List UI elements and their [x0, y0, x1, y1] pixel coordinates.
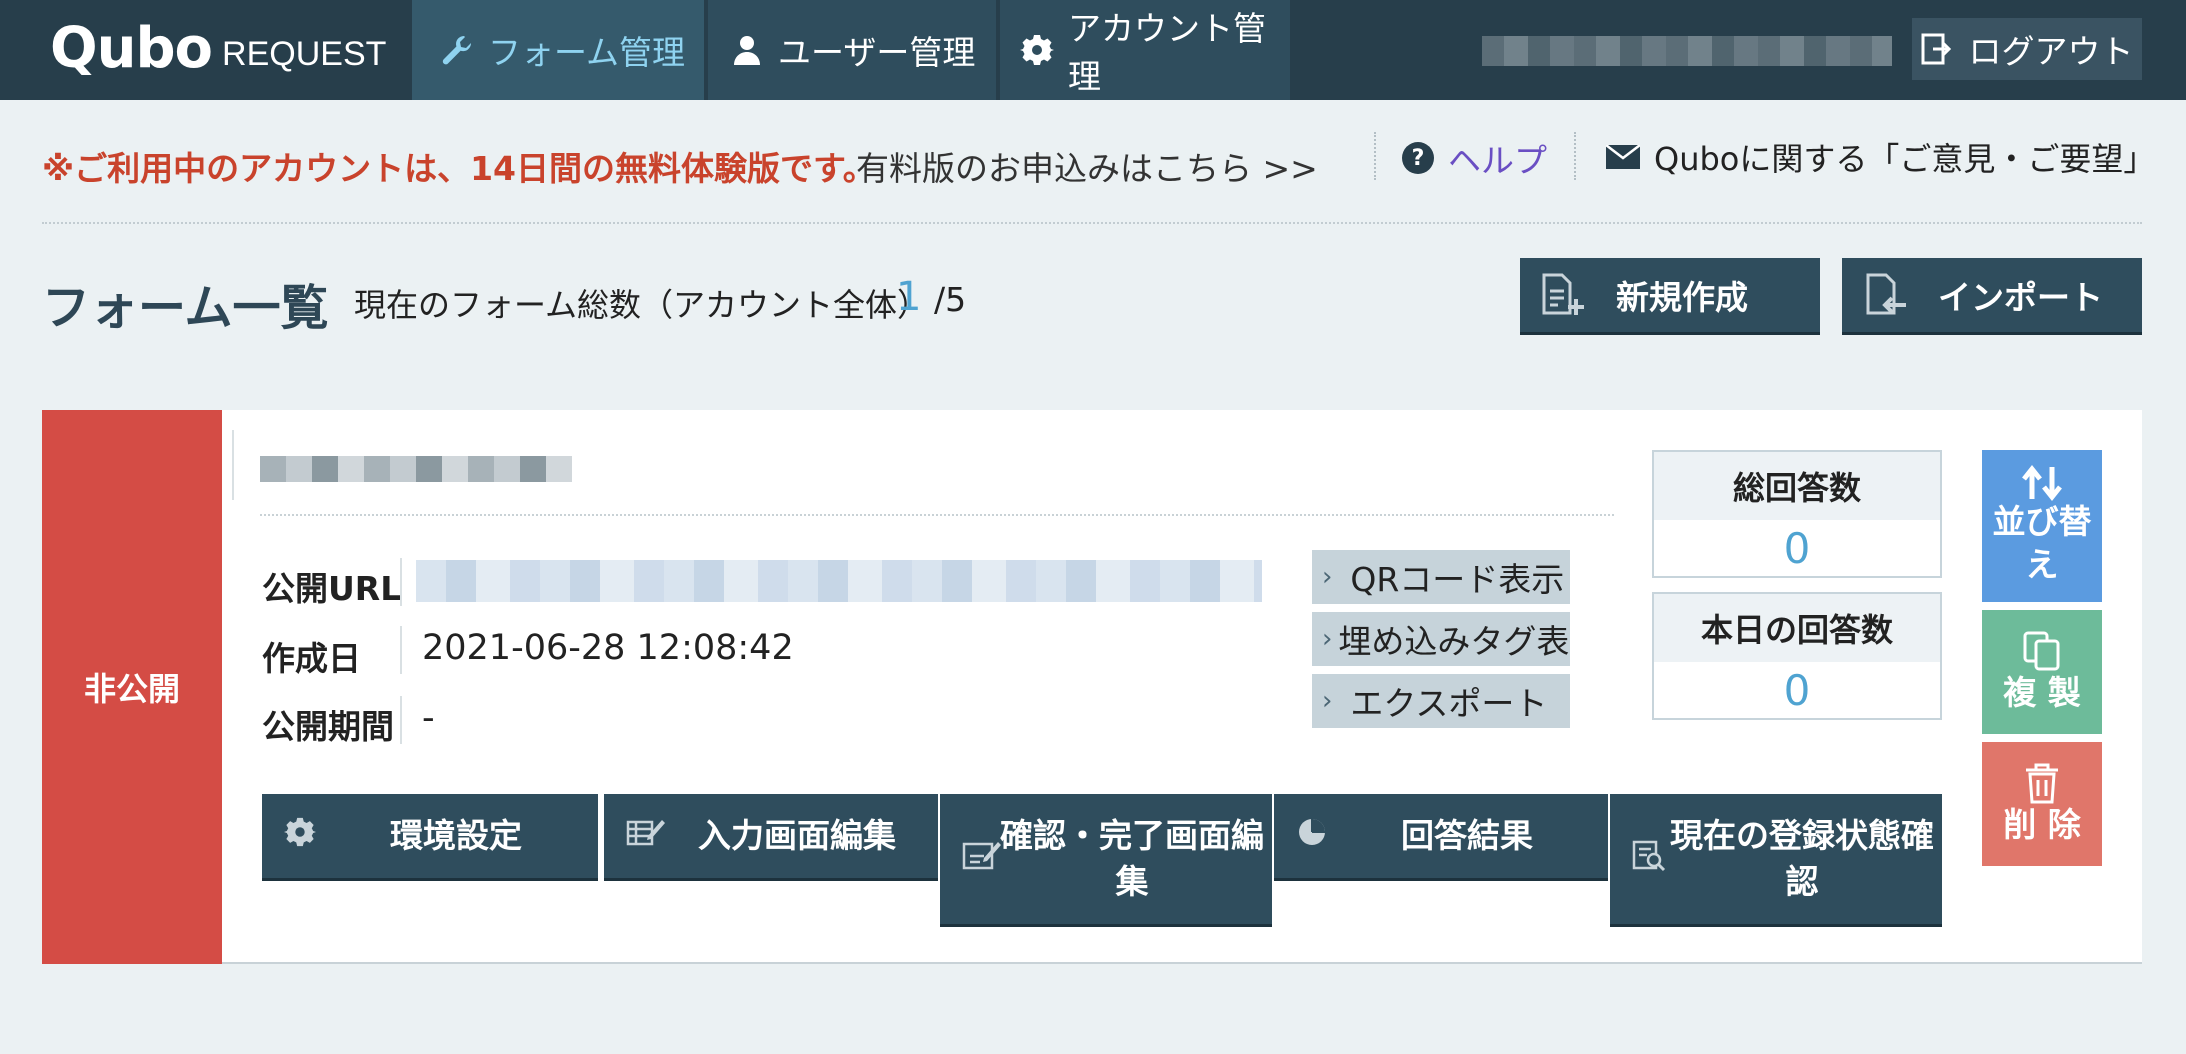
logo-sub-text: REQUEST — [222, 35, 387, 73]
chevron-right-icon: › — [1322, 686, 1333, 716]
import-label: インポート — [1938, 278, 2103, 317]
import-button[interactable]: インポート — [1842, 258, 2142, 332]
new-form-button[interactable]: 新規作成 — [1520, 258, 1820, 332]
publish-period-value: - — [422, 698, 435, 738]
app-logo[interactable]: Qubo REQUEST — [50, 14, 386, 84]
top-navbar: Qubo REQUEST フォーム管理 ユーザー管理 アカウント管理 ログアウト — [0, 0, 2186, 100]
response-results-label: 回答結果 — [1401, 815, 1533, 855]
registration-status-label: 現在の登録状態確認 — [1670, 815, 1934, 901]
status-badge: 非公開 — [42, 410, 222, 964]
chevron-right-icon: › — [1322, 624, 1333, 654]
section-divider — [42, 222, 2142, 224]
public-url-label: 公開URL — [262, 569, 402, 608]
title-divider — [260, 514, 1614, 516]
today-responses-value: 0 — [1783, 665, 1811, 715]
logout-button[interactable]: ログアウト — [1912, 18, 2142, 80]
delete-label: 削 除 — [2003, 804, 2081, 844]
sort-label: 並び替え — [1992, 502, 2092, 584]
help-link[interactable]: ? ヘルプ — [1402, 134, 1547, 182]
help-label: ヘルプ — [1448, 141, 1547, 180]
sort-arrows-icon — [2022, 465, 2062, 502]
today-responses-label: 本日の回答数 — [1654, 594, 1940, 662]
export-label: エクスポート — [1350, 684, 1548, 723]
account-name-redacted — [1482, 36, 1892, 66]
divider — [232, 430, 234, 500]
divider — [1574, 132, 1576, 180]
delete-button[interactable]: 削 除 — [1982, 742, 2102, 866]
embed-tag-label: 埋め込みタグ表示 — [1338, 622, 1570, 661]
copy-button[interactable]: 複 製 — [1982, 610, 2102, 734]
user-icon — [730, 33, 764, 67]
gear-icon — [1020, 33, 1054, 67]
pie-chart-icon — [1296, 816, 1328, 856]
registration-status-button[interactable]: 現在の登録状態確認 — [1610, 794, 1942, 924]
new-document-icon — [1542, 273, 1584, 315]
trash-icon — [2026, 763, 2058, 804]
created-date-value: 2021-06-28 12:08:42 — [422, 628, 794, 668]
new-form-label: 新規作成 — [1616, 278, 1748, 317]
wrench-icon — [440, 33, 474, 67]
trial-notice: ※ご利用中のアカウントは、14日間の無料体験版です。 — [42, 149, 876, 188]
tab-user-management[interactable]: ユーザー管理 — [708, 0, 996, 100]
form-title-redacted[interactable] — [260, 456, 572, 482]
form-count-max: /5 — [934, 280, 967, 319]
edit-table-icon — [626, 816, 666, 856]
total-responses-label: 総回答数 — [1654, 452, 1940, 520]
tab-account-management[interactable]: アカウント管理 — [1000, 0, 1290, 100]
feedback-label: Quboに関する「ご意見・ご要望」 — [1654, 140, 2156, 178]
form-card: 非公開 公開URL 作成日 2021-06-28 12:08:42 公開期間 -… — [42, 410, 2142, 964]
input-screen-edit-button[interactable]: 入力画面編集 — [604, 794, 938, 878]
copy-icon — [2023, 631, 2060, 671]
mail-icon — [1606, 145, 1640, 169]
qr-code-label: QRコード表示 — [1350, 560, 1565, 599]
settings-button[interactable]: 環境設定 — [262, 794, 598, 878]
divider — [1374, 132, 1376, 180]
tab-form-management[interactable]: フォーム管理 — [412, 0, 704, 100]
divider — [400, 558, 402, 606]
total-responses-box: 総回答数 0 — [1652, 450, 1942, 578]
total-responses-value: 0 — [1783, 523, 1811, 573]
copy-label: 複 製 — [2003, 672, 2081, 712]
today-responses-box: 本日の回答数 0 — [1652, 592, 1942, 720]
form-count-current: 1 — [896, 274, 922, 320]
input-screen-edit-label: 入力画面編集 — [698, 815, 896, 855]
confirm-complete-screen-edit-label: 確認・完了画面編集 — [1000, 815, 1264, 901]
page-title: フォーム一覧 — [42, 280, 329, 336]
logout-icon — [1921, 33, 1951, 65]
logout-label: ログアウト — [1968, 32, 2134, 71]
confirm-complete-screen-edit-button[interactable]: 確認・完了画面編集 — [940, 794, 1272, 924]
question-icon: ? — [1402, 142, 1434, 174]
settings-label: 環境設定 — [390, 815, 522, 855]
divider — [400, 696, 402, 744]
export-link[interactable]: › エクスポート — [1312, 674, 1570, 728]
tab-label: アカウント管理 — [1068, 9, 1266, 96]
tab-label: ユーザー管理 — [778, 33, 976, 72]
upgrade-link[interactable]: 有料版のお申込みはこちら >> — [856, 142, 1318, 190]
import-icon — [1866, 273, 1906, 315]
edit-screen-icon — [962, 838, 1002, 880]
form-count-label: 現在のフォーム総数（アカウント全体） — [354, 286, 930, 324]
chevron-right-icon: › — [1322, 562, 1333, 592]
publish-period-label: 公開期間 — [262, 707, 394, 746]
response-results-button[interactable]: 回答結果 — [1274, 794, 1608, 878]
public-url-redacted[interactable] — [416, 560, 1262, 602]
search-list-icon — [1632, 838, 1666, 880]
qr-code-link[interactable]: › QRコード表示 — [1312, 550, 1570, 604]
gear-icon — [284, 816, 316, 856]
feedback-link[interactable]: Quboに関する「ご意見・ご要望」 — [1606, 134, 2155, 180]
divider — [400, 626, 402, 674]
sort-button[interactable]: 並び替え — [1982, 450, 2102, 602]
logo-main-text: Qubo — [50, 16, 213, 81]
created-date-label: 作成日 — [262, 639, 361, 678]
embed-tag-link[interactable]: › 埋め込みタグ表示 — [1312, 612, 1570, 666]
tab-label: フォーム管理 — [488, 33, 686, 72]
